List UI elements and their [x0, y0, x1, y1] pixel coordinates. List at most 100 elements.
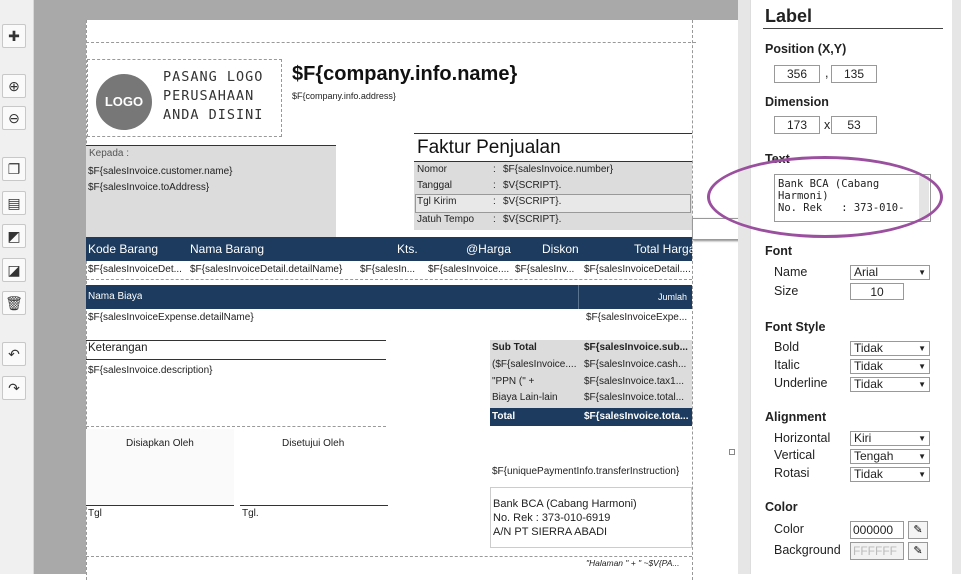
rotasi-select[interactable]: Tidak ▼ — [850, 467, 930, 482]
delete-icon[interactable]: 🗑 — [2, 291, 26, 315]
paste-icon[interactable]: ▤ — [2, 191, 26, 215]
color-input[interactable]: 000000 — [850, 521, 904, 539]
copy-icon[interactable]: ❐ — [2, 157, 26, 181]
info-value[interactable]: $F{salesInvoice.number} — [503, 164, 683, 175]
cell-harga[interactable]: $F{salesInvoice.... — [428, 264, 512, 275]
company-name[interactable]: $F{company.info.name} — [292, 63, 517, 86]
info-label: Tgl Kirim — [417, 196, 457, 207]
info-value[interactable]: $V{SCRIPT}. — [503, 180, 683, 191]
background-label: Background — [774, 543, 841, 557]
bring-front-icon[interactable]: ◩ — [2, 224, 26, 248]
horizontal-select[interactable]: Kiri ▼ — [850, 431, 930, 446]
col-jumlah[interactable]: Jumlah — [658, 292, 687, 302]
cell-expense-nama[interactable]: $F{salesInvoiceExpense.detailName} — [88, 312, 254, 323]
totals-value[interactable]: $F{salesInvoice.tax1... — [584, 376, 690, 387]
redo-icon[interactable]: ↷ — [2, 376, 26, 400]
info-value[interactable]: $V{SCRIPT}. — [503, 196, 683, 207]
send-back-icon[interactable]: ◪ — [2, 258, 26, 282]
col-total-harga[interactable]: Total Harga — [634, 242, 695, 256]
bank-line-3: A/N PT SIERRA ABADI — [493, 526, 608, 538]
page-footer[interactable]: "Halaman " + " ~$V{PA... — [586, 558, 692, 568]
dim-h-input[interactable]: 53 — [831, 116, 877, 134]
totals-label[interactable]: Biaya Lain-lain — [492, 392, 582, 403]
col-nama-biaya[interactable]: Nama Biaya — [88, 291, 142, 302]
bank-line-1: Bank BCA (Cabang Harmoni) — [493, 498, 637, 510]
plus-icon[interactable]: ✚ — [2, 24, 26, 48]
logo-text-2: PERUSAHAAN — [163, 88, 255, 104]
font-name-value: Arial — [854, 265, 879, 279]
col-kode-barang[interactable]: Kode Barang — [88, 242, 158, 256]
info-value[interactable]: $V{SCRIPT}. — [503, 214, 683, 225]
cell-expense-jumlah[interactable]: $F{salesInvoiceExpe... — [586, 312, 690, 323]
chevron-down-icon: ▼ — [918, 470, 926, 479]
col-nama-barang[interactable]: Nama Barang — [190, 242, 264, 256]
total-label[interactable]: Total — [492, 411, 515, 422]
description-field[interactable]: $F{salesInvoice.description} — [88, 365, 213, 376]
cell-total[interactable]: $F{salesInvoiceDetail.... — [584, 264, 690, 275]
report-page: LOGO PASANG LOGO PERUSAHAAN ANDA DISINI … — [86, 20, 760, 580]
panel-scrollbar[interactable] — [952, 0, 961, 574]
font-name-label: Name — [774, 265, 808, 279]
totals-label[interactable]: Sub Total — [492, 342, 582, 353]
panel-title: Label — [765, 6, 813, 26]
bold-value: Tidak — [854, 341, 883, 355]
dim-w-input[interactable]: 173 — [774, 116, 820, 134]
font-name-select[interactable]: Arial ▼ — [850, 265, 930, 280]
cell-kts[interactable]: $F{salesIn... — [360, 264, 422, 275]
chevron-down-icon: ▼ — [918, 380, 926, 389]
tgl-2[interactable]: Tgl. — [242, 508, 259, 519]
col-diskon[interactable]: Diskon — [542, 242, 579, 256]
undo-icon[interactable]: ↶ — [2, 342, 26, 366]
total-value[interactable]: $F{salesInvoice.tota... — [584, 411, 690, 422]
properties-panel: Label Position (X,Y) 356 , 135 Dimension… — [707, 0, 961, 574]
resize-handle[interactable] — [729, 449, 735, 455]
totals-label[interactable]: ($F{salesInvoice.... — [492, 359, 582, 370]
customer-name[interactable]: $F{salesInvoice.customer.name} — [88, 166, 233, 177]
faktur-title[interactable]: Faktur Penjualan — [417, 137, 561, 159]
underline-value: Tidak — [854, 377, 883, 391]
cell-diskon[interactable]: $F{salesInv... — [515, 264, 581, 275]
canvas-scrollbar[interactable] — [738, 0, 750, 574]
cell-kode[interactable]: $F{salesInvoiceDet... — [88, 264, 188, 275]
transfer-instruction[interactable]: $F{uniquePaymentInfo.transferInstruction… — [492, 466, 679, 477]
dim-sep: x — [824, 118, 831, 132]
pos-x-input[interactable]: 356 — [774, 65, 820, 83]
zoom-out-icon[interactable]: ⊖ — [2, 106, 26, 130]
tgl-1[interactable]: Tgl — [88, 508, 102, 519]
totals-value[interactable]: $F{salesInvoice.cash... — [584, 359, 690, 370]
info-sep: : — [493, 196, 496, 207]
footer-guide — [86, 556, 692, 557]
col-kts[interactable]: Kts. — [397, 242, 418, 256]
to-address[interactable]: $F{salesInvoice.toAddress} — [88, 182, 209, 193]
underline-select[interactable]: Tidak ▼ — [850, 377, 930, 392]
totals-label[interactable]: "PPN (" + — [492, 376, 582, 387]
disetujui-label[interactable]: Disetujui Oleh — [282, 438, 344, 449]
alignment-label: Alignment — [765, 410, 827, 424]
margin-guide-top — [86, 42, 696, 44]
pencil-icon[interactable]: ✎ — [908, 542, 928, 560]
vertical-select[interactable]: Tengah ▼ — [850, 449, 930, 464]
pencil-icon[interactable]: ✎ — [908, 521, 928, 539]
background-input[interactable]: FFFFFF — [850, 542, 904, 560]
keterangan-line-bottom — [86, 359, 386, 360]
font-size-input[interactable]: 10 — [850, 283, 904, 300]
col-harga[interactable]: @Harga — [466, 242, 511, 256]
zoom-in-icon[interactable]: ⊕ — [2, 74, 26, 98]
kepada-label: Kepada : — [89, 148, 130, 159]
pos-y-input[interactable]: 135 — [831, 65, 877, 83]
totals-value[interactable]: $F{salesInvoice.sub... — [584, 342, 690, 353]
bold-select[interactable]: Tidak ▼ — [850, 341, 930, 356]
chevron-down-icon: ▼ — [918, 362, 926, 371]
italic-select[interactable]: Tidak ▼ — [850, 359, 930, 374]
rotasi-value: Tidak — [854, 467, 883, 481]
totals-value[interactable]: $F{salesInvoice.total... — [584, 392, 690, 403]
bank-line-2: No. Rek : 373-010-6919 — [493, 512, 611, 524]
cell-nama[interactable]: $F{salesInvoiceDetail.detailName} — [190, 264, 358, 275]
expense-col-divider — [578, 285, 579, 309]
horizontal-label: Horizontal — [774, 431, 831, 445]
logo-text-3: ANDA DISINI — [163, 107, 264, 123]
company-address[interactable]: $F{company.info.address} — [292, 91, 396, 101]
info-sep: : — [493, 180, 496, 191]
disiapkan-label[interactable]: Disiapkan Oleh — [126, 438, 194, 449]
keterangan-line-top — [86, 340, 386, 341]
